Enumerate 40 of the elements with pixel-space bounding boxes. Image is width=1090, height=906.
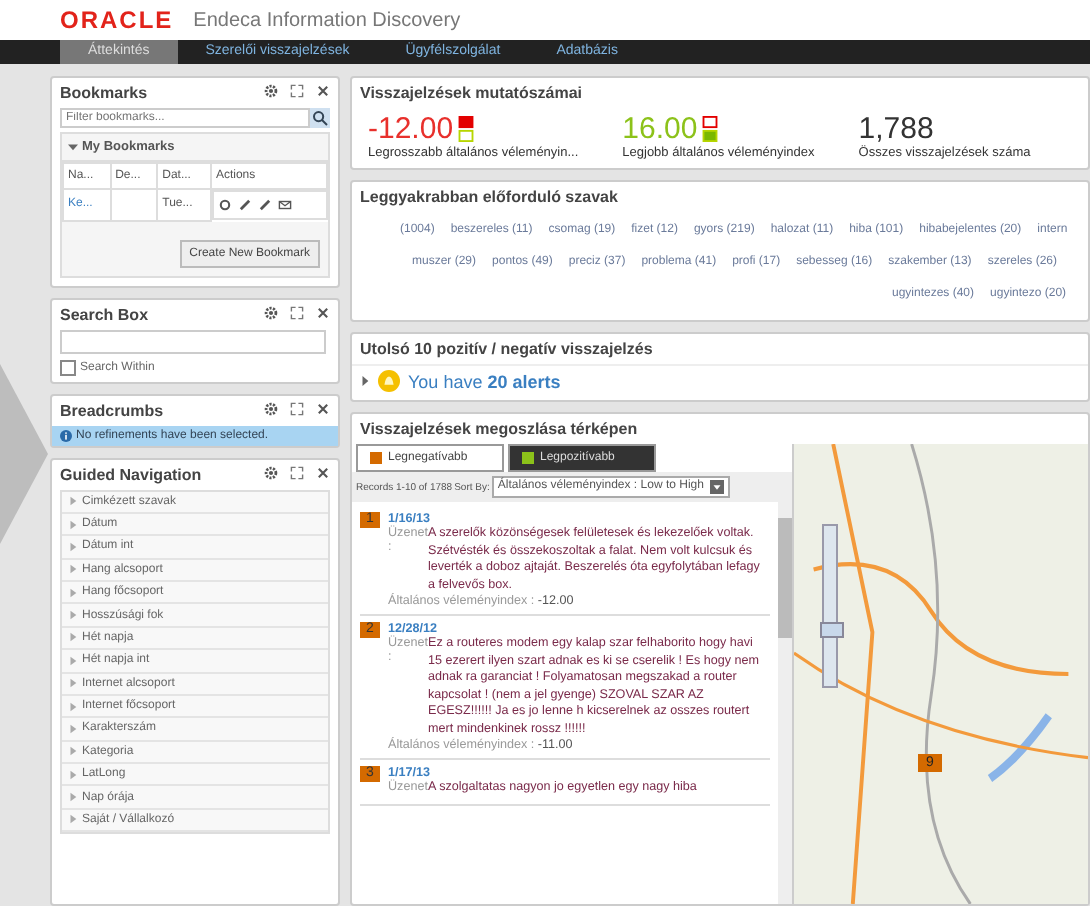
circle-icon[interactable] [217, 198, 232, 212]
metric-value: 1,788 [858, 112, 934, 146]
expand-icon[interactable] [360, 376, 370, 386]
checkbox[interactable] [60, 359, 76, 375]
dropdown-arrow-icon[interactable] [709, 480, 724, 494]
close-icon[interactable] [316, 84, 330, 98]
info-icon [60, 429, 72, 441]
maximize-icon[interactable] [290, 305, 304, 319]
settings-icon[interactable] [264, 84, 278, 98]
metric-value: -12.00 [368, 112, 454, 146]
panel-title: Utolsó 10 pozitív / negatív visszajelzés [358, 338, 655, 362]
expand-icon[interactable] [68, 142, 78, 152]
oracle-logo: ORACLE [60, 6, 174, 34]
indicator-icon [457, 116, 474, 142]
zoom-slider-handle[interactable] [820, 622, 844, 638]
product-title: Endeca Information Discovery [193, 9, 461, 31]
maximize-icon[interactable] [290, 84, 304, 98]
panel-title: Visszajelzések mutatószámai [358, 82, 585, 106]
envelope-icon[interactable] [277, 198, 292, 212]
metric-value: 16.00 [622, 112, 698, 146]
settings-icon[interactable] [264, 401, 278, 415]
close-icon[interactable] [316, 401, 330, 415]
maximize-icon[interactable] [290, 401, 304, 415]
search-field[interactable] [60, 329, 326, 353]
scrollbar[interactable] [778, 502, 792, 904]
panel-title: Search Box [60, 305, 149, 323]
panel-title: Guided Navigation [60, 465, 202, 483]
close-icon[interactable] [316, 305, 330, 319]
alert-text[interactable]: You have 20 alerts [408, 371, 561, 391]
panel-title: Breadcrumbs [60, 401, 164, 419]
indicator-icon [701, 116, 718, 142]
close-icon[interactable] [316, 465, 330, 479]
panel-title: Bookmarks [60, 84, 148, 102]
bell-icon [378, 370, 400, 392]
maximize-icon[interactable] [290, 465, 304, 479]
panel-title: Leggyakrabban előforduló szavak [358, 186, 620, 210]
settings-icon[interactable] [264, 465, 278, 479]
search-icon[interactable] [310, 108, 330, 128]
panel-title: Visszajelzések megoszlása térképen [358, 418, 640, 442]
settings-icon[interactable] [264, 305, 278, 319]
